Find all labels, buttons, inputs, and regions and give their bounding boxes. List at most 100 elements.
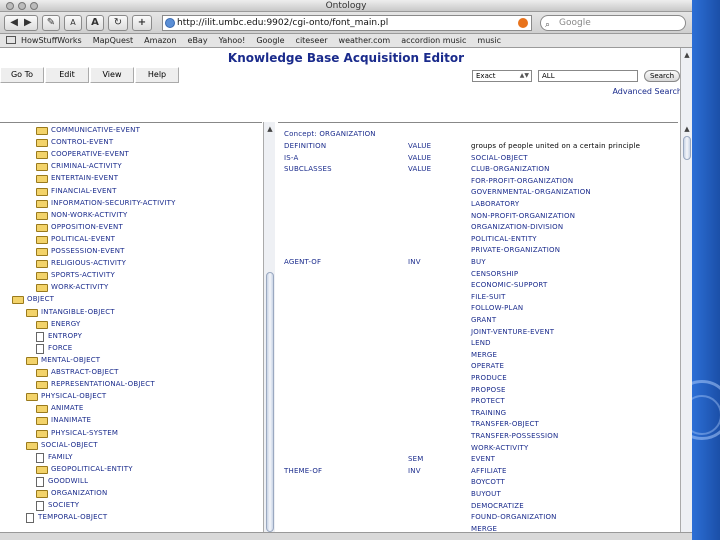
tree-node-label[interactable]: COOPERATIVE-EVENT [51,149,129,160]
filler-value[interactable]: PROPOSE [471,385,506,396]
tree-node-label[interactable]: CONTROL-EVENT [51,137,113,148]
tree-node-label[interactable]: FAMILY [48,452,73,463]
filler-value[interactable]: FOUND-ORGANIZATION [471,512,557,523]
folder-icon[interactable] [36,175,48,184]
filler-value[interactable]: LABORATORY [471,199,519,210]
detail-scrollbar[interactable]: ▲ [680,122,692,532]
page-scrollbar[interactable]: ▲ [680,48,692,122]
filler-value[interactable]: NON-PROFIT-ORGANIZATION [471,211,575,222]
tree-node-label[interactable]: WORK-ACTIVITY [51,282,108,293]
document-icon[interactable] [36,501,44,512]
filler-value[interactable]: CENSORSHIP [471,269,518,280]
filler-value[interactable]: AFFILIATE [471,466,507,477]
bookmark-item[interactable]: Amazon [144,36,176,45]
forward-icon[interactable]: ▶ [24,17,32,28]
font-smaller-button[interactable]: A [64,15,82,31]
tree-node-label[interactable]: OBJECT [27,294,54,305]
tree-node-label[interactable]: GEOPOLITICAL-ENTITY [51,464,133,475]
filler-value[interactable]: EVENT [471,454,495,465]
tree-node-label[interactable]: FINANCIAL-EVENT [51,186,117,197]
filler-value[interactable]: BUYOUT [471,489,501,500]
tree-node-label[interactable]: RELIGIOUS-ACTIVITY [51,258,126,269]
tree-node-label[interactable]: ENTERTAIN-EVENT [51,173,118,184]
folder-icon[interactable] [26,393,38,402]
filler-value[interactable]: SOCIAL-OBJECT [471,153,528,164]
folder-icon[interactable] [36,139,48,148]
tree-node-label[interactable]: OPPOSITION-EVENT [51,222,123,233]
tree-node-label[interactable]: COMMUNICATIVE-EVENT [51,125,140,136]
scroll-up-icon[interactable]: ▲ [682,124,692,134]
folder-icon[interactable] [36,284,48,293]
reload-button[interactable]: ↻ [108,15,128,31]
folder-icon[interactable] [26,441,38,450]
folder-icon[interactable] [36,127,48,135]
bookmark-item[interactable]: MapQuest [93,36,133,45]
bookmark-item[interactable]: music [477,36,501,45]
filler-value[interactable]: BUY [471,257,486,268]
tree-node-label[interactable]: CRIMINAL-ACTIVITY [51,161,122,172]
web-search-input[interactable]: ⌕ Google [540,15,686,31]
document-icon[interactable] [36,476,44,487]
folder-icon[interactable] [36,417,48,426]
document-icon[interactable] [26,513,34,524]
tree-node-label[interactable]: SOCIAL-OBJECT [41,440,98,451]
filler-value[interactable]: FOLLOW-PLAN [471,303,523,314]
folder-icon[interactable] [36,465,48,474]
filler-value[interactable]: GRANT [471,315,496,326]
tree-node-label[interactable]: REPRESENTATIONAL-OBJECT [51,379,155,390]
tree-node-label[interactable]: ABSTRACT-OBJECT [51,367,119,378]
filler-value[interactable]: CLUB-ORGANIZATION [471,164,550,175]
filler-value[interactable]: FILE-SUIT [471,292,506,303]
folder-icon[interactable] [36,272,48,281]
bookmark-item[interactable]: HowStuffWorks [21,36,82,45]
tree-scrollbar[interactable]: ▲ [263,122,275,532]
add-bookmark-button[interactable]: + [132,15,152,31]
rss-icon[interactable] [518,18,528,28]
concept-search-input[interactable]: ALL [538,70,638,82]
folder-icon[interactable] [36,199,48,208]
filler-value[interactable]: WORK-ACTIVITY [471,443,528,454]
bookmark-item[interactable]: citeseer [296,36,328,45]
filler-value[interactable]: LEND [471,338,491,349]
tree-node-label[interactable]: MENTAL-OBJECT [41,355,100,366]
search-mode-select[interactable]: Exact ▲▼ [472,70,532,82]
tree-node-label[interactable]: ANIMATE [51,403,83,414]
filler-value[interactable]: FOR-PROFIT-ORGANIZATION [471,176,573,187]
filler-value[interactable]: DEMOCRATIZE [471,501,524,512]
folder-icon[interactable] [36,429,48,438]
folder-icon[interactable] [36,235,48,244]
tree-node-label[interactable]: POSSESSION-EVENT [51,246,125,257]
filler-value[interactable]: TRAINING [471,408,506,419]
tree-node-label[interactable]: SPORTS-ACTIVITY [51,270,115,281]
bookmark-item[interactable]: Google [256,36,284,45]
filler-value[interactable]: PROTECT [471,396,505,407]
tree-node-label[interactable]: PHYSICAL-SYSTEM [51,428,118,439]
tree-node-label[interactable]: GOODWILL [48,476,88,487]
tree-node-label[interactable]: ENTROPY [48,331,82,342]
menu-edit[interactable]: Edit [45,67,89,83]
filler-value[interactable]: ECONOMIC-SUPPORT [471,280,547,291]
document-icon[interactable] [36,343,44,354]
filler-value[interactable]: ORGANIZATION-DIVISION [471,222,563,233]
tree-node-label[interactable]: NON-WORK-ACTIVITY [51,210,127,221]
filler-value[interactable]: BOYCOTT [471,477,505,488]
folder-icon[interactable] [36,381,48,390]
tree-node-label[interactable]: POLITICAL-EVENT [51,234,115,245]
bookmark-item[interactable]: eBay [188,36,208,45]
filler-value[interactable]: GOVERNMENTAL-ORGANIZATION [471,187,591,198]
scroll-up-icon[interactable]: ▲ [265,124,275,134]
menu-help[interactable]: Help [135,67,179,83]
filler-value[interactable]: JOINT-VENTURE-EVENT [471,327,554,338]
tree-node-label[interactable]: ENERGY [51,319,81,330]
filler-value[interactable]: PRIVATE-ORGANIZATION [471,245,560,256]
folder-icon[interactable] [36,260,48,269]
folder-icon[interactable] [36,223,48,232]
filler-value[interactable]: PRODUCE [471,373,507,384]
folder-icon[interactable] [36,163,48,172]
folder-icon[interactable] [26,356,38,365]
scroll-up-icon[interactable]: ▲ [682,50,692,60]
tree-node-label[interactable]: PHYSICAL-OBJECT [41,391,106,402]
folder-icon[interactable] [36,248,48,256]
filler-value[interactable]: POLITICAL-ENTITY [471,234,537,245]
detail-scroll-thumb[interactable] [683,136,691,160]
